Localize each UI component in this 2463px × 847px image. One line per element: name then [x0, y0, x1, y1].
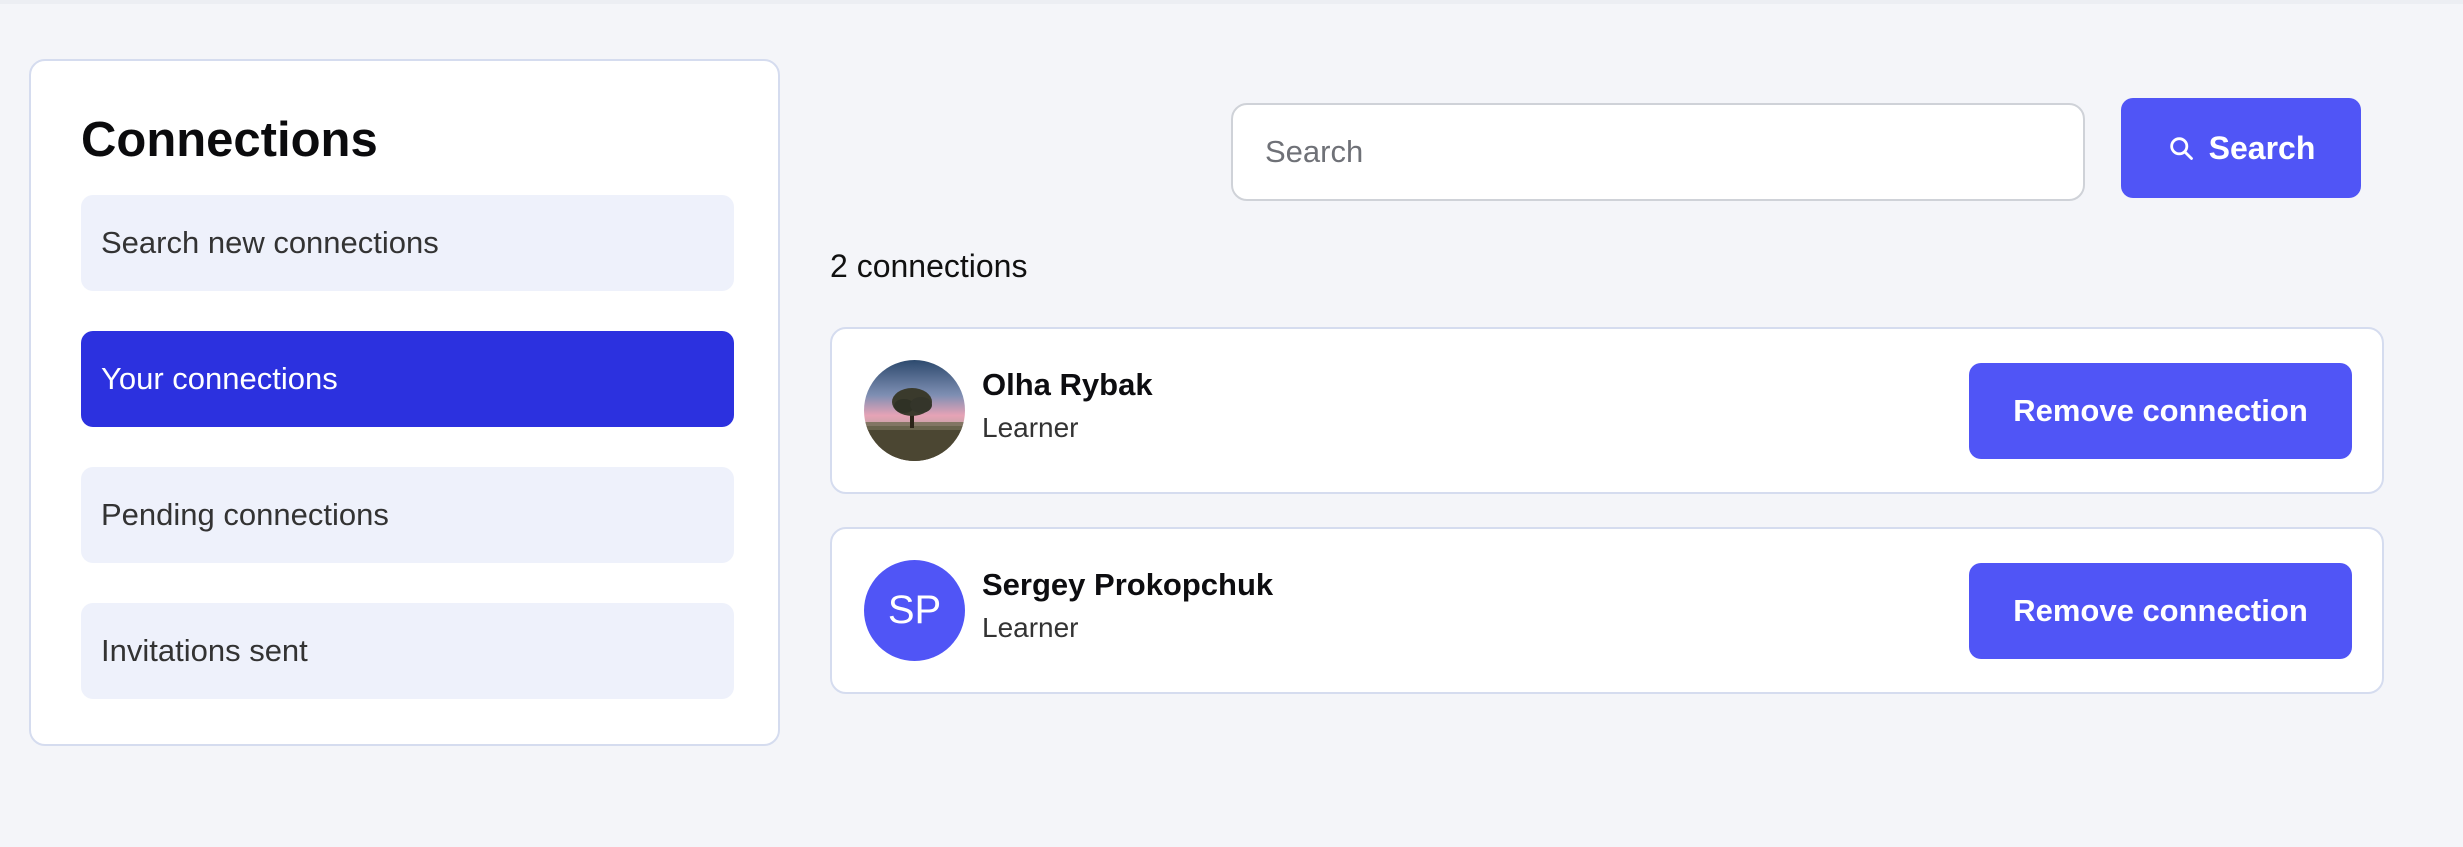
top-divider	[0, 0, 2463, 4]
connections-count: 2 connections	[830, 248, 1028, 284]
remove-connection-button[interactable]: Remove connection	[1969, 363, 2352, 459]
search-icon	[2167, 134, 2195, 162]
sidebar-item-pending-connections[interactable]: Pending connections	[81, 467, 734, 563]
avatar[interactable]	[864, 360, 965, 461]
connection-role: Learner	[982, 412, 1079, 443]
search-input[interactable]	[1231, 103, 2085, 201]
connection-name[interactable]: Sergey Prokopchuk	[982, 567, 1273, 603]
connection-role: Learner	[982, 612, 1079, 643]
search-button[interactable]: Search	[2121, 98, 2361, 198]
sidebar-item-invitations-sent[interactable]: Invitations sent	[81, 603, 734, 699]
sidebar-item-label: Invitations sent	[101, 633, 308, 668]
sidebar-item-label: Your connections	[101, 361, 338, 396]
sidebar-item-search-new-connections[interactable]: Search new connections	[81, 195, 734, 291]
connections-sidebar: Connections Search new connections Your …	[29, 59, 780, 746]
search-button-label: Search	[2208, 129, 2316, 166]
sidebar-item-your-connections[interactable]: Your connections	[81, 331, 734, 427]
connection-name[interactable]: Olha Rybak	[982, 367, 1153, 403]
avatar[interactable]: SP	[864, 560, 965, 661]
connection-card: Olha Rybak Learner Remove connection	[830, 327, 2384, 494]
sidebar-title: Connections	[81, 113, 378, 167]
connection-card: SP Sergey Prokopchuk Learner Remove conn…	[830, 527, 2384, 694]
remove-connection-button[interactable]: Remove connection	[1969, 563, 2352, 659]
sidebar-item-label: Pending connections	[101, 497, 389, 532]
sidebar-item-label: Search new connections	[101, 225, 439, 260]
